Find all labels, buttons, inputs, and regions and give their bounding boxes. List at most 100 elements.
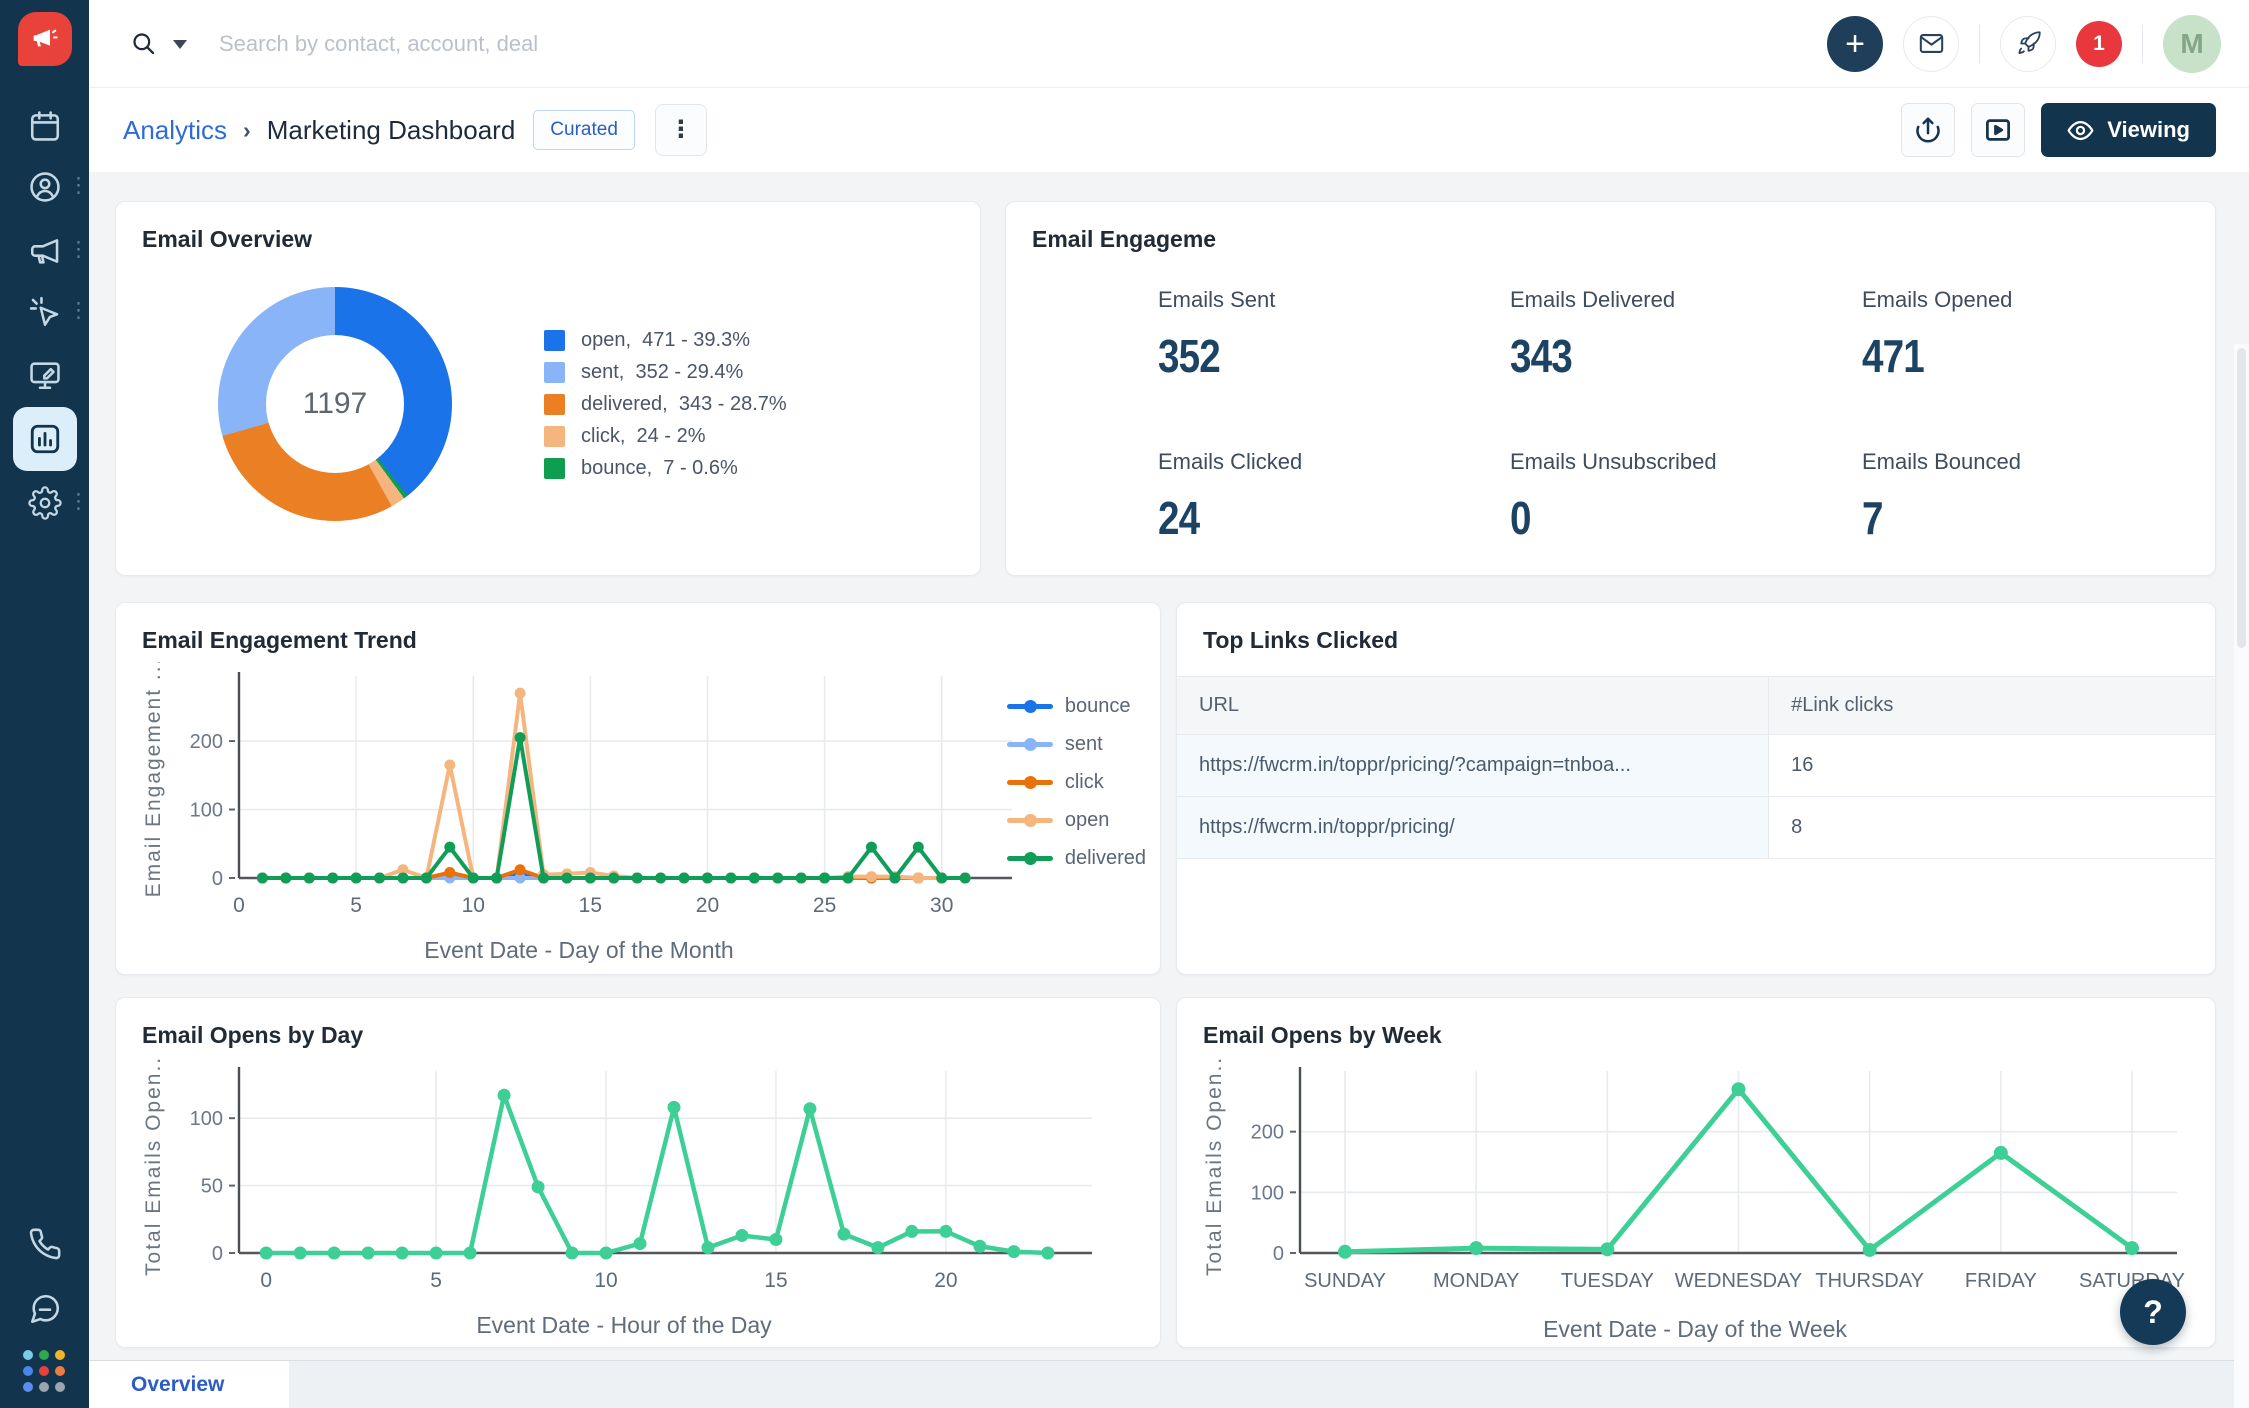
present-button[interactable] xyxy=(1971,103,2025,157)
user-avatar[interactable]: M xyxy=(2163,15,2221,73)
card-title: Top Links Clicked xyxy=(1177,603,2215,654)
legend-swatch xyxy=(544,426,565,447)
stat-emails-delivered: Emails Delivered 343 xyxy=(1510,287,1862,383)
export-icon xyxy=(1913,115,1943,145)
stat-value: 343 xyxy=(1510,329,1572,383)
stat-emails-opened: Emails Opened471 xyxy=(1862,287,2214,383)
main-area: + 1 M xyxy=(89,0,2249,1408)
sidebar-item-contacts[interactable] xyxy=(26,168,64,206)
legend-label: click, 24 - 2% xyxy=(581,425,705,448)
search-icon[interactable] xyxy=(130,30,157,57)
svg-text:15: 15 xyxy=(764,1269,787,1292)
tab-overview[interactable]: Overview xyxy=(89,1361,289,1408)
svg-text:TUESDAY: TUESDAY xyxy=(1561,1270,1654,1292)
top-bar: + 1 M xyxy=(89,0,2249,88)
search-input[interactable] xyxy=(219,31,839,57)
play-presentation-icon xyxy=(1983,115,2013,145)
week-x-axis-label: Event Date - Day of the Week xyxy=(1195,1316,2195,1343)
dashboard-menu-button[interactable]: ⋮ xyxy=(655,104,707,156)
card-title: Email Engagement Trend xyxy=(116,603,1160,654)
sidebar-item-chat[interactable] xyxy=(26,1290,64,1328)
topbar-divider xyxy=(2142,25,2143,63)
donut-legend-item: click, 24 - 2% xyxy=(544,425,787,448)
legend-line xyxy=(1007,856,1053,861)
donut-total: 1197 xyxy=(303,387,368,421)
bar-chart-icon xyxy=(27,421,63,457)
svg-text:0: 0 xyxy=(260,1269,272,1292)
megaphone-logo-icon xyxy=(28,22,62,56)
sidebar-item-phone[interactable] xyxy=(26,1225,64,1263)
svg-text:SUNDAY: SUNDAY xyxy=(1304,1270,1386,1292)
top-links-card: Top Links Clicked URL#Link clicks https:… xyxy=(1176,602,2216,975)
breadcrumb-analytics-link[interactable]: Analytics xyxy=(123,115,227,146)
svg-text:15: 15 xyxy=(579,894,602,917)
quick-add-button[interactable]: + xyxy=(1827,16,1883,72)
svg-text:200: 200 xyxy=(1251,1122,1284,1144)
email-engagement-card: Email Engageme Emails Sent352Emails Deli… xyxy=(1005,201,2216,576)
legend-label: delivered, 343 - 28.7% xyxy=(581,393,787,416)
sidebar-item-calendar[interactable] xyxy=(26,107,64,145)
trend-legend-item-open[interactable]: open xyxy=(1007,809,1146,832)
svg-text:25: 25 xyxy=(813,894,836,917)
stat-value: 471 xyxy=(1862,329,1924,383)
legend-label: open xyxy=(1065,809,1110,832)
stat-value: 7 xyxy=(1862,491,1883,545)
sidebar-item-campaigns[interactable] xyxy=(26,232,64,270)
trend-x-axis-label: Event Date - Day of the Month xyxy=(134,937,1024,964)
vertical-scrollbar[interactable] xyxy=(2234,344,2249,1408)
sidebar-kebab-automation[interactable]: ⋮ xyxy=(68,293,84,329)
sidebar-kebab-campaigns[interactable]: ⋮ xyxy=(68,232,84,268)
trend-legend-item-click[interactable]: click xyxy=(1007,771,1146,794)
card-title: Email Opens by Day xyxy=(116,998,1160,1049)
trend-legend-item-bounce[interactable]: bounce xyxy=(1007,695,1146,718)
opens-by-day-line-chart: 05010005101520Total Emails Open... xyxy=(134,1057,1160,1310)
stat-emails-sent: Emails Sent352 xyxy=(1158,287,1510,383)
legend-swatch xyxy=(544,362,565,383)
svg-text:WEDNESDAY: WEDNESDAY xyxy=(1675,1270,1802,1292)
svg-text:200: 200 xyxy=(190,731,223,753)
legend-swatch xyxy=(544,458,565,479)
apps-grid-icon[interactable] xyxy=(23,1350,67,1394)
phone-icon xyxy=(28,1227,62,1261)
legend-line xyxy=(1007,742,1053,747)
clicks-cell: 8 xyxy=(1769,797,2215,859)
left-sidebar: ⋮ ⋮ ⋮ ⋮ xyxy=(0,0,89,1408)
sidebar-item-settings[interactable] xyxy=(26,484,64,522)
stat-value: 24 xyxy=(1158,491,1199,545)
trend-legend-item-delivered[interactable]: delivered xyxy=(1007,847,1146,870)
app-logo[interactable] xyxy=(18,12,72,66)
sidebar-item-automation[interactable] xyxy=(26,293,64,331)
topbar-divider xyxy=(1979,25,1980,63)
table-row[interactable]: https://fwcrm.in/toppr/pricing/?campaign… xyxy=(1177,735,2215,797)
whats-new-button[interactable] xyxy=(2000,16,2056,72)
legend-label: bounce, 7 - 0.6% xyxy=(581,457,738,480)
search-scope-caret[interactable] xyxy=(173,40,187,49)
stat-label: Emails Delivered xyxy=(1510,287,1862,313)
email-button[interactable] xyxy=(1903,16,1959,72)
viewing-button[interactable]: Viewing xyxy=(2041,103,2216,157)
donut-legend-item: open, 471 - 39.3% xyxy=(544,329,787,352)
svg-text:30: 30 xyxy=(930,894,953,917)
stat-emails-clicked: Emails Clicked24 xyxy=(1158,449,1510,545)
table-row[interactable]: https://fwcrm.in/toppr/pricing/8 xyxy=(1177,797,2215,859)
svg-text:0: 0 xyxy=(233,894,245,917)
donut-legend-item: sent, 352 - 29.4% xyxy=(544,361,787,384)
rocket-icon xyxy=(2015,30,2042,57)
stat-emails-bounced: Emails Bounced7 xyxy=(1862,449,2214,545)
sidebar-item-analytics[interactable] xyxy=(13,407,77,471)
sidebar-kebab-settings[interactable]: ⋮ xyxy=(68,484,84,520)
sidebar-item-landing-pages[interactable] xyxy=(26,356,64,394)
app-window: ⋮ ⋮ ⋮ ⋮ xyxy=(0,0,2249,1408)
stat-value: 0 xyxy=(1510,491,1531,545)
email-overview-donut-chart: 1197 xyxy=(218,287,452,521)
notification-badge[interactable]: 1 xyxy=(2076,21,2122,67)
svg-text:50: 50 xyxy=(201,1176,223,1198)
legend-label: delivered xyxy=(1065,847,1146,870)
sidebar-kebab-contacts[interactable]: ⋮ xyxy=(68,168,84,204)
trend-legend-item-sent[interactable]: sent xyxy=(1007,733,1146,756)
help-button[interactable]: ? xyxy=(2120,1279,2186,1345)
donut-legend: open, 471 - 39.3% sent, 352 - 29.4% delive… xyxy=(544,329,787,480)
contact-person-icon xyxy=(28,170,62,204)
export-button[interactable] xyxy=(1901,103,1955,157)
stat-value: 352 xyxy=(1158,329,1220,383)
